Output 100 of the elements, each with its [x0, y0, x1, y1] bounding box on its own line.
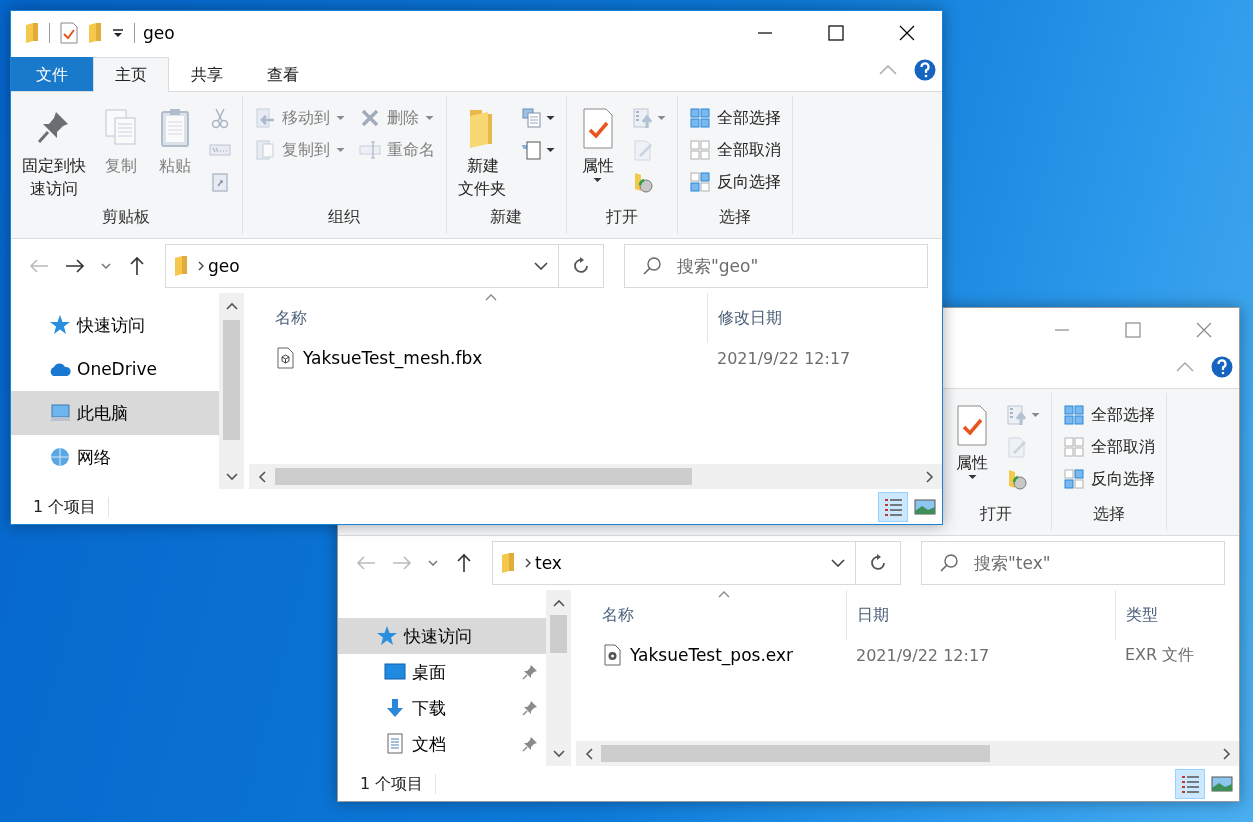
nav-pane-item[interactable]: 文档 [338, 726, 546, 762]
pushpin-icon [522, 664, 538, 680]
file-name[interactable]: YaksueTest_pos.exr [630, 645, 794, 665]
ribbon-button[interactable]: 全部取消 [683, 134, 786, 166]
address-field[interactable]: geo [165, 244, 604, 288]
column-header[interactable]: 名称 [602, 590, 846, 640]
nav-pane-item[interactable]: 桌面 [338, 654, 546, 690]
group-label: 选择 [1092, 504, 1126, 525]
column-header[interactable]: 类型 [1115, 590, 1235, 640]
aperture-file-icon [602, 644, 622, 666]
vertical-scrollbar[interactable] [219, 293, 244, 489]
ribbon-tab[interactable]: 文件 [11, 57, 93, 92]
nav-pane-item[interactable]: 下载 [338, 690, 546, 726]
page-lines-icon [520, 139, 543, 161]
nav-pane-item[interactable]: 此电脑 [11, 391, 219, 435]
chevron-left-icon [257, 470, 266, 483]
minimize-icon [1053, 329, 1070, 331]
chevron-up-icon [552, 598, 565, 607]
ribbon-tab[interactable]: 共享 [169, 57, 245, 92]
table-cell-text: 2021/9/22 12:17 [716, 348, 852, 368]
column-header[interactable]: 修改日期 [707, 293, 927, 343]
star-icon [376, 625, 398, 647]
chevron-up-icon [879, 65, 897, 75]
nav-pane-item[interactable]: 快速访问 [338, 618, 546, 654]
chevron-down-icon [225, 472, 238, 481]
nav-pane-item[interactable]: 快速访问 [11, 303, 219, 347]
rename-field-icon [358, 139, 381, 161]
refresh-icon [572, 257, 590, 275]
chevron-right-icon [525, 558, 531, 568]
ribbon-button[interactable]: 属性 [572, 102, 623, 186]
group-label: 打开 [604, 207, 639, 228]
up-arrow-icon [456, 553, 472, 573]
horizontal-scrollbar[interactable] [576, 741, 1239, 766]
search-icon [642, 256, 662, 276]
column-header[interactable]: 日期 [846, 590, 1115, 640]
back-arrow-icon [29, 258, 49, 274]
copy-page-icon [253, 139, 276, 161]
star-icon [49, 314, 71, 336]
nav-pane-item[interactable]: OneDrive [11, 347, 219, 391]
refresh-icon [869, 554, 887, 572]
check-page-icon [60, 22, 78, 44]
ribbon-button[interactable]: 全部取消 [1058, 431, 1160, 463]
help-icon [1211, 356, 1233, 378]
ribbon-button[interactable]: 全部选择 [683, 102, 786, 134]
vertical-scrollbar[interactable] [546, 590, 571, 766]
document-icon [384, 733, 406, 755]
breadcrumb[interactable]: geo [204, 256, 244, 276]
globe-icon [49, 446, 71, 468]
minimize-icon [756, 32, 773, 34]
dropdown-caret-icon [112, 27, 124, 39]
ribbon-button[interactable]: 全部选择 [1058, 399, 1160, 431]
folder-icon [25, 23, 39, 43]
grid-filled-icon [1063, 404, 1085, 426]
search-icon [939, 553, 959, 573]
back-arrow-icon [356, 555, 376, 571]
caret-icon [656, 115, 666, 121]
folder-icon [501, 553, 515, 573]
ribbon-button[interactable]: 反向选择 [683, 166, 786, 198]
caret-icon [335, 147, 345, 153]
ribbon-button[interactable]: 新建文件夹 [452, 102, 512, 203]
file-name[interactable]: YaksueTest_mesh.fbx [303, 348, 483, 368]
maximize-icon [1124, 322, 1141, 338]
caret-icon [545, 147, 555, 153]
view-button[interactable] [1175, 768, 1205, 799]
help-icon [914, 59, 936, 81]
caret-icon [1031, 412, 1040, 418]
nav-pane-item[interactable]: 网络 [11, 435, 219, 479]
chevron-left-icon [584, 747, 593, 760]
scrollbar-thumb[interactable] [601, 745, 990, 762]
column-header[interactable]: 名称 [275, 293, 707, 343]
folder-icon [88, 23, 102, 43]
breadcrumb[interactable]: tex [531, 553, 566, 573]
down-arrow-icon [384, 697, 406, 719]
search-field[interactable]: 搜索"geo" [624, 244, 928, 288]
chevron-down-icon [534, 262, 548, 270]
grid-empty-icon [688, 139, 711, 161]
grid-empty-icon [1063, 436, 1085, 458]
scrollbar-thumb[interactable] [223, 320, 240, 440]
scrollbar-thumb[interactable] [275, 468, 692, 485]
ribbon-button[interactable]: 属性 [947, 399, 997, 483]
grid-mixed-icon [1063, 468, 1085, 490]
forward-arrow-icon [392, 555, 412, 571]
search-field[interactable]: 搜索"tex" [921, 541, 1225, 585]
ribbon-button[interactable]: 反向选择 [1058, 463, 1160, 495]
ribbon-button[interactable]: 固定到快速访问 [17, 102, 92, 203]
address-field[interactable]: tex [492, 541, 901, 585]
forward-arrow-icon [65, 258, 85, 274]
group-label: 新建 [489, 207, 524, 228]
table-cell-text: EXR 文件 [1124, 644, 1196, 666]
scrollbar-thumb[interactable] [550, 615, 567, 653]
pushpin-icon [522, 736, 538, 752]
ribbon-tab[interactable]: 查看 [245, 57, 321, 92]
chevron-down-icon [831, 559, 845, 567]
page-pencil-icon [631, 139, 654, 161]
view-button[interactable] [878, 491, 908, 522]
ribbon-tab[interactable]: 主页 [93, 57, 169, 92]
caret-icon [335, 115, 345, 121]
group-label: 组织 [327, 207, 362, 228]
group-label: 打开 [979, 504, 1013, 525]
horizontal-scrollbar[interactable] [249, 464, 942, 489]
